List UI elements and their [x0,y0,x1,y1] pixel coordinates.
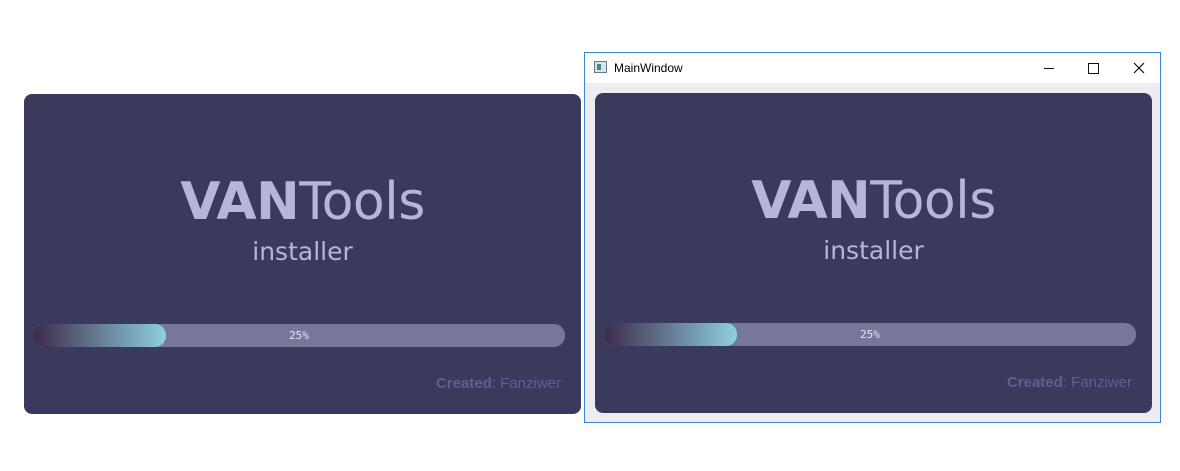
app-subtitle: installer [252,237,353,266]
credit-name: Fanziwer [500,375,561,392]
window-credit-separator: : [1062,374,1072,391]
credit-line: Created: Fanziwer [436,375,561,392]
window-splash-card: VANTools installer 25% Created: Fanziwer [595,93,1152,413]
app-title: VANTools [24,174,581,230]
window-credit-label: Created [1006,374,1063,391]
window-progress-bar: 25% [604,323,1136,346]
window-app-subtitle: installer [823,236,924,265]
maximize-icon [1088,62,1099,74]
window-credit-name: Fanziwer [1071,374,1132,391]
window-title-bold: VAN [751,171,871,231]
splash-card: VANTools installer 25% Created: Fanziwer [24,94,581,414]
minimize-icon [1043,67,1054,69]
maximize-button[interactable] [1071,53,1116,83]
title-bold: VAN [180,172,300,232]
main-window: MainWindow VANTools installer 25% Create… [584,52,1161,423]
progress-bar: 25% [33,324,565,347]
close-icon [1133,62,1144,74]
window-credit-line: Created: Fanziwer [1007,374,1132,391]
progress-text: 25% [289,329,309,342]
window-progress-text: 25% [860,328,880,341]
credit-separator: : [491,375,501,392]
close-button[interactable] [1116,53,1161,83]
minimize-button[interactable] [1026,53,1071,83]
window-title: MainWindow [614,61,683,75]
window-app-title: VANTools [595,173,1152,229]
window-titlebar[interactable]: MainWindow [585,53,1160,83]
title-light: Tools [299,172,425,232]
app-window-icon [594,61,607,73]
credit-label: Created [435,375,492,392]
window-title-light: Tools [870,171,996,231]
